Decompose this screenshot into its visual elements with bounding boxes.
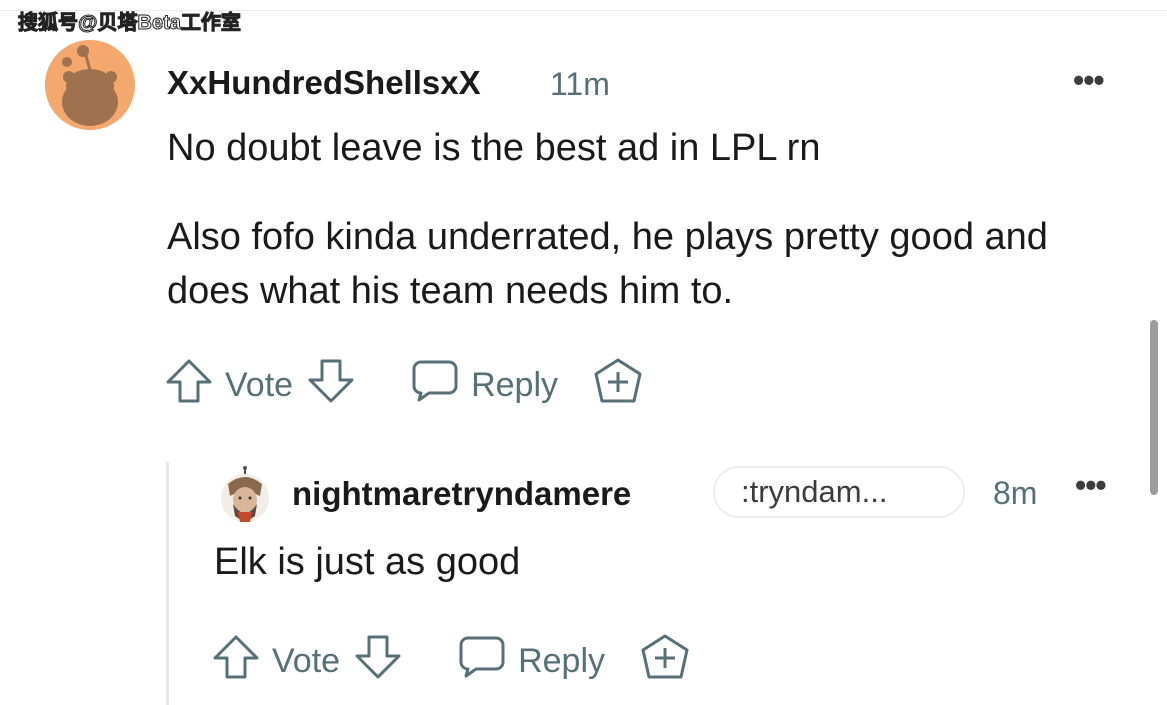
reply-avatar[interactable] (216, 466, 274, 524)
more-options-icon[interactable]: ••• (1075, 467, 1107, 504)
watermark: 搜狐号@贝塔Beta工作室 (18, 12, 242, 35)
user-flair: :tryndam... (713, 466, 965, 518)
vote-label: Vote (272, 642, 341, 680)
comment-username[interactable]: XxHundredShellsxX (167, 64, 481, 102)
more-options-icon[interactable]: ••• (1073, 62, 1105, 99)
scrollbar[interactable] (1150, 320, 1158, 495)
tryndamere-avatar-icon (221, 466, 269, 522)
arrow-down-icon[interactable] (307, 358, 355, 413)
reply-button[interactable]: Reply (458, 635, 605, 688)
thread-line[interactable] (166, 462, 169, 705)
comment-timestamp: 11m (550, 66, 610, 102)
reply-actions: Vote Reply (212, 633, 691, 690)
arrow-up-icon[interactable] (165, 358, 213, 413)
plus-award-icon[interactable] (592, 357, 644, 414)
vote-label: Vote (225, 366, 294, 404)
reply-label: Reply (518, 642, 606, 680)
reply-label: Reply (471, 366, 559, 404)
speech-bubble-icon (458, 635, 506, 688)
speech-bubble-icon (411, 359, 459, 412)
arrow-down-icon[interactable] (354, 634, 402, 689)
plus-award-icon[interactable] (639, 633, 691, 690)
reply-body: Elk is just as good (214, 541, 521, 583)
comment-actions: Vote Reply (165, 357, 644, 414)
reply-username[interactable]: nightmaretryndamere (292, 475, 631, 513)
reply-button[interactable]: Reply (411, 359, 558, 412)
arrow-up-icon[interactable] (212, 634, 260, 689)
comment-paragraph: No doubt leave is the best ad in LPL rn (167, 127, 821, 169)
snoo-avatar-icon (45, 40, 135, 130)
user-avatar[interactable] (45, 40, 135, 130)
comment-paragraph: Also fofo kinda underrated, he plays pre… (167, 216, 1048, 312)
reply-timestamp: 8m (993, 475, 1038, 511)
